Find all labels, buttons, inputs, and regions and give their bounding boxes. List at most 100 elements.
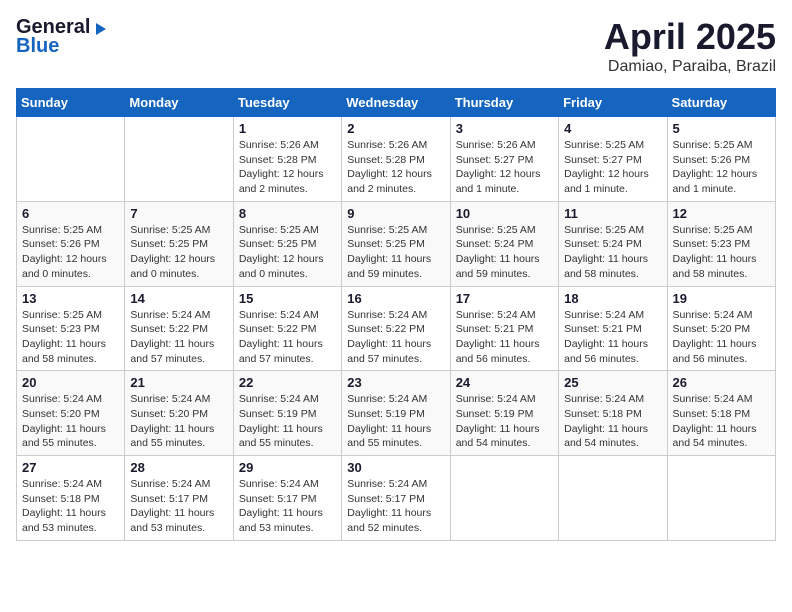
calendar-weekday-header: Monday (125, 89, 233, 117)
calendar-cell: 19 Sunrise: 5:24 AM Sunset: 5:20 PM Dayli… (667, 286, 775, 371)
calendar-cell: 14 Sunrise: 5:24 AM Sunset: 5:22 PM Dayli… (125, 286, 233, 371)
day-number: 20 (22, 375, 119, 390)
day-number: 21 (130, 375, 227, 390)
day-number: 12 (673, 206, 770, 221)
day-info: Sunrise: 5:26 AM Sunset: 5:27 PM Dayligh… (456, 138, 553, 197)
day-number: 16 (347, 291, 444, 306)
calendar-cell: 21 Sunrise: 5:24 AM Sunset: 5:20 PM Dayli… (125, 371, 233, 456)
day-info: Sunrise: 5:24 AM Sunset: 5:17 PM Dayligh… (130, 477, 227, 536)
calendar-cell: 20 Sunrise: 5:24 AM Sunset: 5:20 PM Dayli… (17, 371, 125, 456)
day-number: 9 (347, 206, 444, 221)
calendar-cell: 29Sunrise: 5:24 AM Sunset: 5:17 PM Dayli… (233, 456, 341, 541)
day-info: Sunrise: 5:24 AM Sunset: 5:20 PM Dayligh… (130, 392, 227, 451)
day-info: Sunrise: 5:26 AM Sunset: 5:28 PM Dayligh… (239, 138, 336, 197)
day-number: 1 (239, 121, 336, 136)
calendar-cell: 26 Sunrise: 5:24 AM Sunset: 5:18 PM Dayli… (667, 371, 775, 456)
day-number: 30 (347, 460, 444, 475)
calendar-weekday-header: Friday (559, 89, 667, 117)
day-info: Sunrise: 5:24 AM Sunset: 5:20 PM Dayligh… (22, 392, 119, 451)
calendar-cell: 18 Sunrise: 5:24 AM Sunset: 5:21 PM Dayli… (559, 286, 667, 371)
day-info: Sunrise: 5:25 AM Sunset: 5:26 PM Dayligh… (673, 138, 770, 197)
month-year-title: April 2025 (604, 16, 776, 58)
calendar-cell: 24 Sunrise: 5:24 AM Sunset: 5:19 PM Dayli… (450, 371, 558, 456)
day-info: Sunrise: 5:25 AM Sunset: 5:24 PM Dayligh… (456, 223, 553, 282)
calendar-cell: 28 Sunrise: 5:24 AM Sunset: 5:17 PM Dayli… (125, 456, 233, 541)
calendar-header-row: SundayMondayTuesdayWednesdayThursdayFrid… (17, 89, 776, 117)
day-info: Sunrise: 5:25 AM Sunset: 5:26 PM Dayligh… (22, 223, 119, 282)
day-info: Sunrise: 5:24 AM Sunset: 5:22 PM Dayligh… (239, 308, 336, 367)
location-label: Damiao, Paraiba, Brazil (604, 58, 776, 76)
calendar-table: SundayMondayTuesdayWednesdayThursdayFrid… (16, 88, 776, 541)
calendar-cell: 2 Sunrise: 5:26 AM Sunset: 5:28 PM Daylig… (342, 117, 450, 202)
day-number: 23 (347, 375, 444, 390)
day-info: Sunrise: 5:25 AM Sunset: 5:25 PM Dayligh… (130, 223, 227, 282)
day-number: 26 (673, 375, 770, 390)
calendar-cell: 8Sunrise: 5:25 AM Sunset: 5:25 PM Daylig… (233, 201, 341, 286)
calendar-cell: 25 Sunrise: 5:24 AM Sunset: 5:18 PM Dayli… (559, 371, 667, 456)
day-number: 7 (130, 206, 227, 221)
calendar-cell (17, 117, 125, 202)
day-info: Sunrise: 5:24 AM Sunset: 5:22 PM Dayligh… (347, 308, 444, 367)
day-info: Sunrise: 5:24 AM Sunset: 5:18 PM Dayligh… (22, 477, 119, 536)
day-info: Sunrise: 5:24 AM Sunset: 5:18 PM Dayligh… (564, 392, 661, 451)
day-number: 10 (456, 206, 553, 221)
calendar-weekday-header: Saturday (667, 89, 775, 117)
day-info: Sunrise: 5:25 AM Sunset: 5:27 PM Dayligh… (564, 138, 661, 197)
calendar-week-row: 20 Sunrise: 5:24 AM Sunset: 5:20 PM Dayli… (17, 371, 776, 456)
calendar-cell: 13Sunrise: 5:25 AM Sunset: 5:23 PM Dayli… (17, 286, 125, 371)
day-info: Sunrise: 5:24 AM Sunset: 5:20 PM Dayligh… (673, 308, 770, 367)
day-number: 24 (456, 375, 553, 390)
day-info: Sunrise: 5:25 AM Sunset: 5:23 PM Dayligh… (673, 223, 770, 282)
day-number: 15 (239, 291, 336, 306)
title-section: April 2025 Damiao, Paraiba, Brazil (604, 16, 776, 76)
day-number: 14 (130, 291, 227, 306)
day-number: 2 (347, 121, 444, 136)
calendar-cell: 12 Sunrise: 5:25 AM Sunset: 5:23 PM Dayli… (667, 201, 775, 286)
day-info: Sunrise: 5:26 AM Sunset: 5:28 PM Dayligh… (347, 138, 444, 197)
day-number: 25 (564, 375, 661, 390)
calendar-cell: 11 Sunrise: 5:25 AM Sunset: 5:24 PM Dayli… (559, 201, 667, 286)
day-number: 27 (22, 460, 119, 475)
day-info: Sunrise: 5:25 AM Sunset: 5:24 PM Dayligh… (564, 223, 661, 282)
day-info: Sunrise: 5:24 AM Sunset: 5:17 PM Dayligh… (347, 477, 444, 536)
calendar-cell: 15 Sunrise: 5:24 AM Sunset: 5:22 PM Dayli… (233, 286, 341, 371)
day-info: Sunrise: 5:25 AM Sunset: 5:25 PM Dayligh… (347, 223, 444, 282)
calendar-cell: 27 Sunrise: 5:24 AM Sunset: 5:18 PM Dayli… (17, 456, 125, 541)
day-number: 19 (673, 291, 770, 306)
day-number: 3 (456, 121, 553, 136)
day-number: 17 (456, 291, 553, 306)
calendar-week-row: 1 Sunrise: 5:26 AM Sunset: 5:28 PM Daylig… (17, 117, 776, 202)
calendar-cell: 23 Sunrise: 5:24 AM Sunset: 5:19 PM Dayli… (342, 371, 450, 456)
calendar-cell: 3 Sunrise: 5:26 AM Sunset: 5:27 PM Daylig… (450, 117, 558, 202)
day-info: Sunrise: 5:24 AM Sunset: 5:22 PM Dayligh… (130, 308, 227, 367)
calendar-cell: 9 Sunrise: 5:25 AM Sunset: 5:25 PM Daylig… (342, 201, 450, 286)
day-number: 6 (22, 206, 119, 221)
day-info: Sunrise: 5:24 AM Sunset: 5:18 PM Dayligh… (673, 392, 770, 451)
day-number: 18 (564, 291, 661, 306)
calendar-cell (450, 456, 558, 541)
calendar-cell: 22Sunrise: 5:24 AM Sunset: 5:19 PM Dayli… (233, 371, 341, 456)
day-number: 22 (239, 375, 336, 390)
day-info: Sunrise: 5:24 AM Sunset: 5:21 PM Dayligh… (564, 308, 661, 367)
day-number: 11 (564, 206, 661, 221)
calendar-cell: 30 Sunrise: 5:24 AM Sunset: 5:17 PM Dayli… (342, 456, 450, 541)
day-info: Sunrise: 5:24 AM Sunset: 5:17 PM Dayligh… (239, 477, 336, 536)
logo: General Blue (16, 16, 108, 58)
day-number: 28 (130, 460, 227, 475)
calendar-cell: 7 Sunrise: 5:25 AM Sunset: 5:25 PM Daylig… (125, 201, 233, 286)
calendar-cell (125, 117, 233, 202)
calendar-cell: 10 Sunrise: 5:25 AM Sunset: 5:24 PM Dayli… (450, 201, 558, 286)
calendar-week-row: 13Sunrise: 5:25 AM Sunset: 5:23 PM Dayli… (17, 286, 776, 371)
calendar-cell (667, 456, 775, 541)
calendar-week-row: 27 Sunrise: 5:24 AM Sunset: 5:18 PM Dayli… (17, 456, 776, 541)
calendar-weekday-header: Sunday (17, 89, 125, 117)
day-info: Sunrise: 5:25 AM Sunset: 5:25 PM Dayligh… (239, 223, 336, 282)
page-header: General Blue April 2025 Damiao, Paraiba,… (16, 16, 776, 76)
calendar-cell: 1 Sunrise: 5:26 AM Sunset: 5:28 PM Daylig… (233, 117, 341, 202)
day-info: Sunrise: 5:24 AM Sunset: 5:19 PM Dayligh… (347, 392, 444, 451)
calendar-cell: 17Sunrise: 5:24 AM Sunset: 5:21 PM Dayli… (450, 286, 558, 371)
day-number: 4 (564, 121, 661, 136)
calendar-cell: 6 Sunrise: 5:25 AM Sunset: 5:26 PM Daylig… (17, 201, 125, 286)
calendar-weekday-header: Thursday (450, 89, 558, 117)
day-info: Sunrise: 5:24 AM Sunset: 5:19 PM Dayligh… (456, 392, 553, 451)
